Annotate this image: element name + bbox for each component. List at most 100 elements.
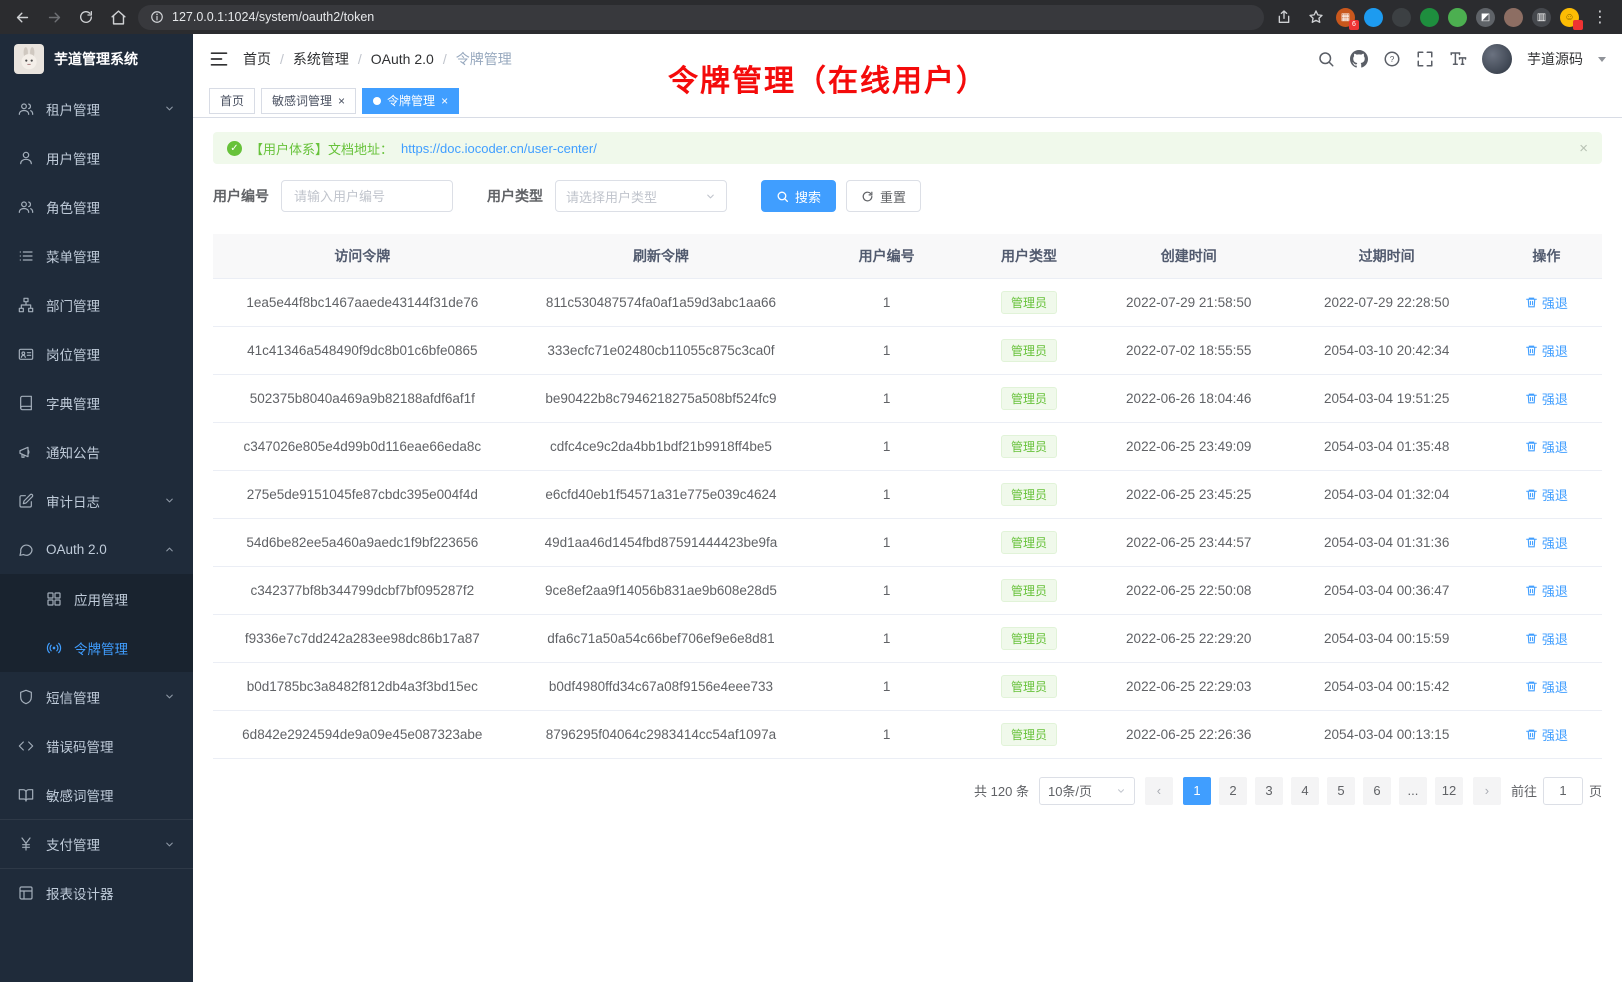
sidebar-item-role[interactable]: 角色管理 (0, 182, 193, 231)
extension-bird-icon[interactable] (1364, 8, 1383, 27)
sidebar-item-sms[interactable]: 短信管理 (0, 672, 193, 721)
breadcrumb-oauth2[interactable]: OAuth 2.0 (371, 51, 434, 67)
sidebar-item-oauth2-token[interactable]: 令牌管理 (0, 623, 193, 672)
browser-home-icon[interactable] (106, 5, 130, 29)
doc-link[interactable]: https://doc.iocoder.cn/user-center/ (401, 141, 597, 156)
next-page-button[interactable]: › (1473, 777, 1501, 805)
sidebar-item-label: 支付管理 (46, 834, 100, 854)
address-bar[interactable]: 127.0.0.1:1024/system/oauth2/token (138, 5, 1264, 30)
sidebar-item-user[interactable]: 用户管理 (0, 133, 193, 182)
extension-green-icon[interactable] (1420, 8, 1439, 27)
browser-menu-icon[interactable]: ⋮ (1588, 5, 1612, 29)
expire-time-cell: 2022-07-29 22:28:50 (1282, 278, 1490, 326)
user-avatar[interactable] (1482, 44, 1512, 74)
font-size-icon[interactable] (1449, 50, 1467, 68)
force-logout-button[interactable]: 强退 (1525, 485, 1568, 504)
action-cell: 强退 (1491, 566, 1602, 614)
sidebar-item-oauth2[interactable]: OAuth 2.0 (0, 525, 193, 574)
extension-pixel-icon[interactable]: ▦6 (1336, 8, 1355, 27)
force-logout-button[interactable]: 强退 (1525, 389, 1568, 408)
user-type-badge: 管理员 (1001, 531, 1057, 554)
sidebar-item-label: 用户管理 (46, 148, 100, 168)
force-logout-button[interactable]: 强退 (1525, 581, 1568, 600)
sidebar-toggle-icon[interactable]: ▥ (1532, 8, 1551, 27)
reset-button[interactable]: 重置 (846, 180, 921, 212)
chevron-down-icon (164, 691, 175, 702)
user-id-input[interactable] (281, 180, 453, 212)
page-button-4[interactable]: 4 (1291, 777, 1319, 805)
extension-clover-icon[interactable] (1448, 8, 1467, 27)
sidebar-item-dict[interactable]: 字典管理 (0, 378, 193, 427)
create-time-cell: 2022-06-25 22:26:36 (1095, 710, 1283, 758)
share-icon[interactable] (1272, 5, 1296, 29)
help-icon[interactable]: ? (1383, 50, 1401, 68)
pagination-ellipsis[interactable]: ... (1399, 777, 1427, 805)
expire-time-cell: 2054-03-10 20:42:34 (1282, 326, 1490, 374)
page-button-12[interactable]: 12 (1435, 777, 1463, 805)
force-logout-button[interactable]: 强退 (1525, 629, 1568, 648)
sidebar-item-report-designer[interactable]: 报表设计器 (0, 868, 193, 917)
user-type-select[interactable]: 请选择用户类型 (555, 180, 727, 212)
tab-sensitive-word[interactable]: 敏感词管理 × (261, 88, 356, 114)
sidebar-item-oauth2-app[interactable]: 应用管理 (0, 574, 193, 623)
sidebar-item-notice[interactable]: 通知公告 (0, 427, 193, 476)
page-size-select[interactable]: 10条/页 (1039, 777, 1135, 805)
page-button-6[interactable]: 6 (1363, 777, 1391, 805)
force-logout-button[interactable]: 强退 (1525, 437, 1568, 456)
close-icon[interactable]: × (441, 95, 448, 107)
refresh-token-cell: be90422b8c7946218275a508bf524fc9 (512, 374, 811, 422)
extension-dark-icon[interactable] (1392, 8, 1411, 27)
sidebar-item-dept[interactable]: 部门管理 (0, 280, 193, 329)
refresh-token-cell: cdfc4ce9c2da4bb1bdf21b9918ff4be5 (512, 422, 811, 470)
force-logout-button[interactable]: 强退 (1525, 677, 1568, 696)
tab-token[interactable]: 令牌管理 × (362, 88, 459, 114)
site-info-icon[interactable] (150, 10, 164, 24)
browser-reload-icon[interactable] (74, 5, 98, 29)
refresh-icon (861, 190, 874, 203)
browser-forward-icon[interactable] (42, 5, 66, 29)
refresh-token-cell: 8796295f04064c2983414cc54af1097a (512, 710, 811, 758)
sidebar-item-audit-log[interactable]: 审计日志 (0, 476, 193, 525)
chevron-down-icon (164, 103, 175, 114)
sidebar-item-sensitive-word[interactable]: 敏感词管理 (0, 770, 193, 819)
force-logout-button[interactable]: 强退 (1525, 533, 1568, 552)
trash-icon (1525, 440, 1538, 453)
fullscreen-icon[interactable] (1416, 50, 1434, 68)
breadcrumb-home[interactable]: 首页 (243, 49, 271, 69)
hamburger-icon[interactable] (209, 49, 229, 69)
page-content: ✓ 【用户体系】文档地址： https://doc.iocoder.cn/use… (193, 118, 1622, 982)
search-button[interactable]: 搜索 (761, 180, 836, 212)
sidebar-item-menu[interactable]: 菜单管理 (0, 231, 193, 280)
page-button-3[interactable]: 3 (1255, 777, 1283, 805)
browser-profile-avatar[interactable]: ☺ (1560, 8, 1579, 27)
caret-down-icon[interactable] (1598, 57, 1606, 62)
page-button-5[interactable]: 5 (1327, 777, 1355, 805)
svg-text:?: ? (1390, 55, 1395, 64)
sidebar-item-pay[interactable]: 支付管理 (0, 819, 193, 868)
sidebar-item-tenant[interactable]: 租户管理 (0, 84, 193, 133)
search-icon[interactable] (1317, 50, 1335, 68)
force-logout-button[interactable]: 强退 (1525, 341, 1568, 360)
goto-page-input[interactable] (1543, 777, 1583, 805)
github-icon[interactable] (1350, 50, 1368, 68)
app-logo[interactable]: 芋道管理系统 (0, 34, 193, 84)
close-icon[interactable]: × (338, 95, 345, 107)
force-logout-button[interactable]: 强退 (1525, 725, 1568, 744)
extensions-puzzle-icon[interactable]: ◩ (1476, 8, 1495, 27)
breadcrumb-system[interactable]: 系统管理 (293, 49, 349, 69)
user-type-badge: 管理员 (1001, 675, 1057, 698)
bookmark-star-icon[interactable] (1304, 5, 1328, 29)
page-button-1[interactable]: 1 (1183, 777, 1211, 805)
sidebar-item-error-code[interactable]: 错误码管理 (0, 721, 193, 770)
create-time-cell: 2022-06-25 22:29:20 (1095, 614, 1283, 662)
sidebar-item-post[interactable]: 岗位管理 (0, 329, 193, 378)
alert-close-icon[interactable]: × (1579, 140, 1588, 157)
browser-back-icon[interactable] (10, 5, 34, 29)
force-logout-button[interactable]: 强退 (1525, 293, 1568, 312)
tab-home[interactable]: 首页 (209, 88, 255, 114)
action-cell: 强退 (1491, 662, 1602, 710)
prev-page-button[interactable]: ‹ (1145, 777, 1173, 805)
page-button-2[interactable]: 2 (1219, 777, 1247, 805)
extension-paw-icon[interactable] (1504, 8, 1523, 27)
user-name[interactable]: 芋道源码 (1527, 49, 1583, 69)
